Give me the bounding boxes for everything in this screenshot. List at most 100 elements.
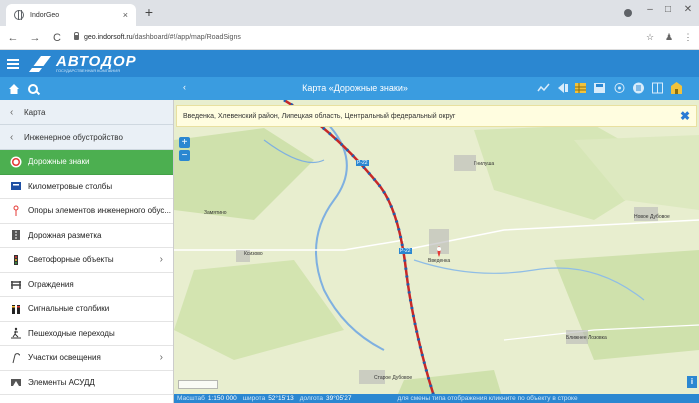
pedestrian-icon: [11, 328, 21, 339]
layers-back-icon[interactable]: [556, 81, 569, 95]
sidebar-item-label: Ограждения: [28, 279, 74, 289]
marking-icon: [12, 230, 20, 241]
browser-address-bar: ← → C geo.indorsoft.ru/dashboard/#!/app/…: [0, 26, 699, 50]
road-sign-icon: [10, 156, 22, 168]
chevron-left-icon: ‹: [10, 131, 14, 143]
lock-icon: [74, 32, 79, 40]
sidebar-item-label: Дорожная разметка: [28, 230, 102, 240]
road-number-label: Р-22: [399, 248, 412, 254]
url-path: /dashboard/#!/app/map/RoadSigns: [132, 34, 241, 41]
sidebar: ‹ Карта ‹ Инженерное обустройство Дорожн…: [0, 100, 174, 403]
save-icon[interactable]: [593, 81, 606, 95]
new-tab-button[interactable]: +: [142, 5, 156, 19]
sidebar-item-label: Опоры элементов инженерного обус...: [28, 206, 172, 216]
traffic-light-icon: [14, 254, 18, 265]
status-bar: Масштаб 1:150 000 широта 52°15'13 долгот…: [174, 394, 699, 403]
sidebar-item-label: Сигнальные столбики: [28, 304, 110, 314]
lighting-icon: [12, 352, 20, 363]
back-button[interactable]: ‹: [183, 82, 186, 92]
map-canvas[interactable]: Замятино Гнилуша Новое Дубовое Ксизово В…: [174, 100, 699, 403]
sidebar-item-lighting[interactable]: Участки освещения ›: [0, 346, 173, 371]
chevron-right-icon: ›: [159, 254, 163, 266]
scale-bar: [178, 380, 218, 389]
sidebar-item-fences[interactable]: Ограждения: [0, 273, 173, 297]
map-place-label: Введенка: [428, 258, 451, 264]
tab-close-button[interactable]: ×: [123, 10, 128, 20]
map-place-label: Новое Дубовое: [634, 214, 670, 220]
hamburger-menu-icon[interactable]: [7, 57, 19, 71]
record-icon[interactable]: [624, 9, 632, 17]
sidebar-item-label: Участки освещения: [28, 353, 101, 363]
browser-tab[interactable]: IndorGeo ×: [6, 4, 136, 26]
url-host: geo.indorsoft.ru: [84, 34, 133, 41]
sidebar-item-label: Дорожные знаки: [28, 157, 90, 167]
km-post-icon: [11, 182, 21, 191]
logo-mark-icon: [29, 55, 51, 72]
chart-line-icon[interactable]: [537, 81, 550, 95]
map-place-label: Ксизово: [244, 251, 263, 257]
lat-label: широта: [242, 395, 266, 402]
support-icon: [13, 205, 19, 216]
sidebar-item-signal-posts[interactable]: Сигнальные столбики: [0, 297, 173, 322]
lon-value: 39°05'27: [326, 395, 352, 402]
chevron-right-icon: ›: [159, 352, 163, 364]
sidebar-item-engineering[interactable]: ‹ Инженерное обустройство: [0, 125, 173, 150]
lon-label: долгота: [299, 395, 323, 402]
forward-arrow-icon[interactable]: →: [26, 32, 44, 44]
columns-icon[interactable]: [651, 81, 664, 95]
url-field[interactable]: geo.indorsoft.ru/dashboard/#!/app/map/Ro…: [74, 32, 642, 41]
globe-icon: [14, 10, 24, 20]
maximize-button[interactable]: □: [660, 4, 676, 15]
reload-icon[interactable]: C: [48, 32, 66, 44]
logo-text: АВТОДОР: [56, 53, 137, 70]
fence-icon: [11, 281, 21, 290]
sidebar-item-label: Светофорные объекты: [28, 255, 114, 265]
list-icon[interactable]: [632, 81, 645, 95]
back-arrow-icon[interactable]: ←: [4, 32, 22, 44]
map-place-label: Ближнее Лозовка: [566, 335, 607, 341]
bookmark-star-icon[interactable]: ☆: [642, 32, 658, 43]
minimize-button[interactable]: –: [642, 4, 658, 15]
sidebar-item-map[interactable]: ‹ Карта: [0, 100, 173, 125]
road-number-label: Р-22: [356, 160, 369, 166]
close-window-button[interactable]: ✕: [680, 4, 696, 15]
address-text: Введенка, Хлевенский район, Липецкая обл…: [183, 112, 456, 120]
address-bar[interactable]: Введенка, Хлевенский район, Липецкая обл…: [176, 105, 697, 127]
sidebar-item-label: Элементы АСУДД: [28, 377, 95, 387]
table-icon[interactable]: [574, 81, 587, 95]
chevron-left-icon: ‹: [10, 106, 14, 118]
sidebar-item-supports[interactable]: Опоры элементов инженерного обус...: [0, 199, 173, 224]
signal-post-icon: [12, 304, 20, 314]
status-hint: для смены типа отображения кликните по о…: [397, 395, 578, 402]
search-icon[interactable]: [28, 83, 38, 94]
zoom-out-button[interactable]: −: [179, 150, 190, 161]
map-place-label: Замятино: [204, 210, 227, 216]
logo-subtitle: ГОСУДАРСТВЕННАЯ КОМПАНИЯ: [56, 68, 121, 73]
logo[interactable]: АВТОДОР ГОСУДАРСТВЕННАЯ КОМПАНИЯ: [56, 54, 137, 73]
sidebar-item-road-marking[interactable]: Дорожная разметка: [0, 224, 173, 248]
app-header: АВТОДОР ГОСУДАРСТВЕННАЯ КОМПАНИЯ: [0, 50, 699, 77]
home-icon[interactable]: [8, 83, 20, 95]
clear-address-icon[interactable]: ✖: [680, 109, 690, 123]
building-icon[interactable]: [670, 81, 683, 95]
target-icon[interactable]: [613, 81, 626, 95]
browser-menu-icon[interactable]: ⋮: [680, 32, 696, 43]
info-button[interactable]: i: [687, 376, 697, 388]
profile-icon[interactable]: ♟: [661, 32, 677, 43]
sidebar-item-road-signs[interactable]: Дорожные знаки: [0, 150, 173, 175]
sidebar-item-label: Карта: [24, 107, 46, 117]
lat-value: 52°15'13: [268, 395, 294, 402]
map-title: Карта «Дорожные знаки»: [302, 83, 408, 93]
sidebar-item-km-posts[interactable]: Километровые столбы: [0, 175, 173, 199]
sidebar-item-label: Километровые столбы: [28, 181, 113, 191]
sidebar-item-crossings[interactable]: Пешеходные переходы: [0, 322, 173, 346]
asudd-icon: [11, 379, 21, 387]
sidebar-item-label: Инженерное обустройство: [24, 132, 123, 142]
map-place-label: Старое Дубовое: [374, 375, 413, 381]
sidebar-item-traffic-lights[interactable]: Светофорные объекты ›: [0, 248, 173, 273]
sidebar-item-asudd[interactable]: Элементы АСУДД: [0, 371, 173, 395]
sidebar-item-label: Пешеходные переходы: [28, 328, 115, 338]
zoom-in-button[interactable]: +: [179, 137, 190, 148]
scale-label: Масштаб: [177, 395, 205, 402]
scale-value: 1:150 000: [207, 395, 237, 402]
